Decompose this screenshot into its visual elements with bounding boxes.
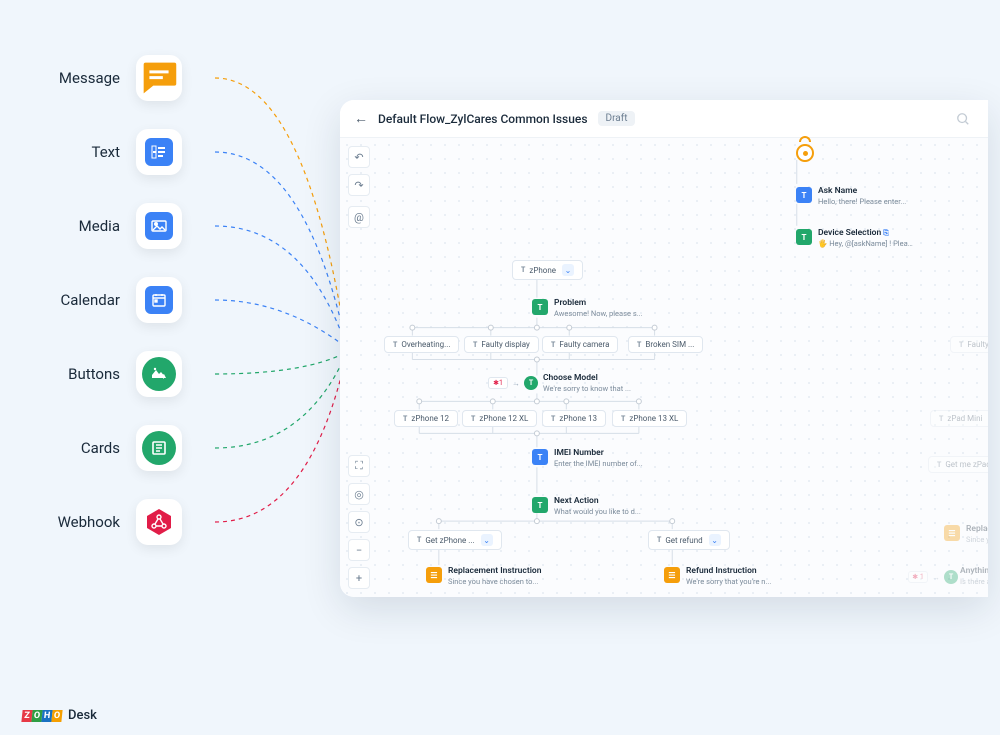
chevron-down-icon: ⌄: [709, 534, 721, 546]
locate-button[interactable]: ◎: [348, 483, 370, 505]
branch-zphone12xl[interactable]: TzPhone 12 XL: [462, 410, 537, 427]
branch-zphone13[interactable]: TzPhone 13: [542, 410, 606, 427]
palette-item-calendar[interactable]: Calendar: [40, 277, 182, 323]
undo-button[interactable]: ↶: [348, 146, 370, 168]
palette-item-text[interactable]: Text: [40, 129, 182, 175]
branch-get-zphone[interactable]: TGet zPhone ...⌄: [408, 530, 502, 550]
palette-label: Webhook: [40, 513, 120, 531]
product-name: Desk: [68, 708, 97, 723]
zoom-in-button[interactable]: +: [348, 567, 370, 589]
back-arrow-icon[interactable]: ←: [354, 110, 368, 127]
node-ghost-replacement[interactable]: ☰ ReplacementSince you h...: [944, 524, 988, 544]
chevron-down-icon: ⌄: [562, 264, 574, 276]
branch-broken-sim[interactable]: TBroken SIM ...: [628, 336, 703, 353]
branch-get-zpad[interactable]: TGet me zPad ...: [928, 456, 988, 473]
node-refund[interactable]: ☰ Refund InstructionWe're sorry that you…: [664, 566, 771, 586]
palette-label: Media: [40, 217, 120, 235]
branch-get-refund[interactable]: TGet refund⌄: [648, 530, 730, 550]
flow-builder-panel: ← Default Flow_ZylCares Common Issues Dr…: [340, 100, 988, 597]
search-icon[interactable]: [952, 108, 974, 130]
cards-icon: [136, 425, 182, 471]
link-icon: ⎘: [883, 229, 889, 237]
branch-overheating[interactable]: TOverheating...: [384, 336, 459, 353]
node-device-selection[interactable]: T Device Selection⎘ 🖐 Hey, @[askName] ! …: [796, 228, 913, 248]
chevron-down-icon: ⌄: [481, 534, 493, 546]
branch-faulty-micro[interactable]: TFaulty micro...: [950, 336, 988, 353]
palette-label: Text: [40, 143, 120, 161]
status-badge: Draft: [598, 111, 636, 126]
branch-zphone13xl[interactable]: TzPhone 13 XL: [612, 410, 687, 427]
node-problem[interactable]: T ProblemAwesome! Now, please s...: [532, 298, 643, 318]
palette-label: Buttons: [40, 365, 120, 383]
palette-label: Message: [40, 69, 120, 87]
variables-button[interactable]: @: [348, 206, 370, 228]
media-icon: [136, 203, 182, 249]
branch-zphone[interactable]: TzPhone⌄: [512, 260, 583, 280]
block-palette: Message Text Media Calendar Buttons Card…: [40, 55, 182, 545]
branch-zpad-mini[interactable]: TzPad Mini: [930, 410, 988, 427]
flow-canvas[interactable]: ↶ ↷ @ ⛶ ◎ ⊙ − +: [340, 138, 988, 597]
message-icon: [136, 55, 182, 101]
node-next-action[interactable]: T Next ActionWhat would you like to d...: [532, 496, 641, 516]
palette-item-media[interactable]: Media: [40, 203, 182, 249]
message-block-icon: ☰: [426, 567, 442, 583]
node-ghost-anything[interactable]: Anything E...Is there an...: [960, 566, 988, 586]
selection-block-icon: T: [532, 497, 548, 513]
redo-button[interactable]: ↷: [348, 174, 370, 196]
branch-faulty-camera[interactable]: TFaulty camera: [542, 336, 618, 353]
selection-block-icon: T: [796, 229, 812, 245]
fit-view-button[interactable]: ⛶: [348, 455, 370, 477]
palette-item-message[interactable]: Message: [40, 55, 182, 101]
history-tools: ↶ ↷ @: [348, 146, 370, 228]
branch-zphone12[interactable]: TzPhone 12: [394, 410, 458, 427]
canvas-tools: ⛶ ◎ ⊙ − +: [348, 455, 370, 589]
text-block-icon: T: [532, 449, 548, 465]
condition-tag-ghost[interactable]: ✱ 1→T: [908, 570, 958, 584]
palette-item-webhook[interactable]: Webhook: [40, 499, 182, 545]
selection-block-icon: T: [532, 299, 548, 315]
palette-label: Cards: [40, 439, 120, 457]
zoho-icon: ZOHO: [22, 710, 62, 722]
message-block-icon: ☰: [944, 525, 960, 541]
palette-connectors: [215, 50, 350, 610]
flow-content: T Ask NameHello, there! Please enter... …: [380, 138, 988, 597]
center-button[interactable]: ⊙: [348, 511, 370, 533]
node-ask-name[interactable]: T Ask NameHello, there! Please enter...: [796, 186, 906, 206]
buttons-icon: [136, 351, 182, 397]
palette-item-buttons[interactable]: Buttons: [40, 351, 182, 397]
webhook-icon: [136, 499, 182, 545]
zoom-out-button[interactable]: −: [348, 539, 370, 561]
node-choose-model[interactable]: Choose ModelWe're sorry to know that ...: [543, 373, 631, 393]
palette-item-cards[interactable]: Cards: [40, 425, 182, 471]
branch-faulty-display[interactable]: TFaulty display: [464, 336, 539, 353]
node-imei[interactable]: T IMEI NumberEnter the IMEI number of...: [532, 448, 643, 468]
text-block-icon: T: [796, 187, 812, 203]
flow-start-node[interactable]: [796, 144, 814, 162]
condition-tag[interactable]: ✱ 1 → T: [488, 376, 538, 390]
zoho-desk-logo: ZOHO Desk: [22, 708, 97, 723]
panel-header: ← Default Flow_ZylCares Common Issues Dr…: [340, 100, 988, 138]
palette-label: Calendar: [40, 291, 120, 309]
flow-title: Default Flow_ZylCares Common Issues: [378, 112, 588, 126]
calendar-icon: [136, 277, 182, 323]
node-replacement[interactable]: ☰ Replacement InstructionSince you have …: [426, 566, 541, 586]
text-icon: [136, 129, 182, 175]
selection-block-icon: T: [524, 376, 538, 390]
message-block-icon: ☰: [664, 567, 680, 583]
error-count: ✱ 1: [488, 377, 508, 389]
